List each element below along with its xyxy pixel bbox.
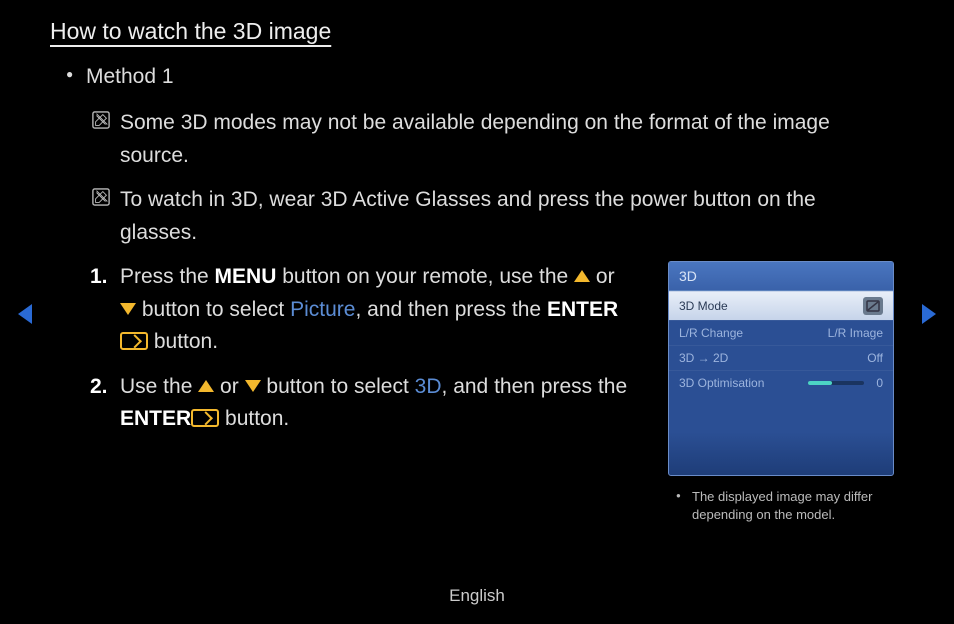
row-value: L/R Image — [828, 326, 883, 340]
enter-label: ENTER — [120, 407, 191, 430]
page-title: How to watch the 3D image — [50, 18, 904, 45]
down-arrow-icon — [245, 380, 261, 392]
enter-label: ENTER — [547, 298, 618, 321]
menu-label: MENU — [215, 265, 277, 288]
prev-page-arrow[interactable] — [18, 304, 32, 324]
step-text: or — [590, 265, 615, 288]
step-text: button to select — [261, 375, 415, 398]
panel-row-3d-optimisation[interactable]: 3D Optimisation 0 — [669, 370, 893, 395]
panel-caption: The displayed image may differ depending… — [680, 488, 904, 524]
down-arrow-icon — [120, 303, 136, 315]
step-number: 2. — [90, 371, 108, 404]
panel-row-3d-mode[interactable]: 3D Mode — [669, 291, 893, 320]
panel-row-lr-change[interactable]: L/R Change L/R Image — [669, 320, 893, 345]
picture-label: Picture — [290, 298, 355, 321]
step-text: button. — [148, 330, 218, 353]
row-value: Off — [867, 351, 883, 365]
row-label: 3D → 2D — [679, 351, 728, 365]
enter-icon — [191, 409, 219, 427]
page-content: How to watch the 3D image Method 1 Some … — [0, 0, 954, 525]
step-number: 1. — [90, 261, 108, 294]
step-text: or — [214, 375, 244, 398]
note-icon — [92, 111, 110, 129]
step-text: button to select — [136, 298, 290, 321]
step-text: button. — [219, 407, 289, 430]
preview-panel-wrap: 3D 3D Mode L/R Change L/R Image 3D → 2D … — [668, 261, 904, 524]
row-label: 3D Mode — [679, 299, 728, 313]
mode-off-icon — [863, 297, 883, 315]
threed-label: 3D — [415, 375, 442, 398]
panel-row-3d-to-2d[interactable]: 3D → 2D Off — [669, 345, 893, 370]
row-label: L/R Change — [679, 326, 743, 340]
settings-panel: 3D 3D Mode L/R Change L/R Image 3D → 2D … — [668, 261, 894, 476]
up-arrow-icon — [198, 380, 214, 392]
optimisation-slider[interactable] — [808, 381, 864, 385]
note-text: To watch in 3D, wear 3D Active Glasses a… — [120, 188, 816, 244]
row-label: 3D Optimisation — [679, 376, 764, 390]
language-footer: English — [0, 586, 954, 606]
step-text: button on your remote, use the — [276, 265, 574, 288]
method-heading: Method 1 — [86, 65, 904, 89]
note-item: To watch in 3D, wear 3D Active Glasses a… — [120, 184, 904, 249]
note-item: Some 3D modes may not be available depen… — [120, 107, 904, 172]
next-page-arrow[interactable] — [922, 304, 936, 324]
note-text: Some 3D modes may not be available depen… — [120, 111, 830, 167]
step-text: , and then press the — [442, 375, 628, 398]
step-item: 2. Use the or button to select 3D, and t… — [120, 371, 638, 436]
note-icon — [92, 188, 110, 206]
step-text: Use the — [120, 375, 198, 398]
step-text: , and then press the — [355, 298, 546, 321]
panel-title: 3D — [669, 262, 893, 291]
step-text: Press the — [120, 265, 215, 288]
step-item: 1. Press the MENU button on your remote,… — [120, 261, 638, 359]
steps-list: 1. Press the MENU button on your remote,… — [50, 261, 638, 524]
up-arrow-icon — [574, 270, 590, 282]
enter-icon — [120, 332, 148, 350]
row-value: 0 — [876, 376, 883, 390]
